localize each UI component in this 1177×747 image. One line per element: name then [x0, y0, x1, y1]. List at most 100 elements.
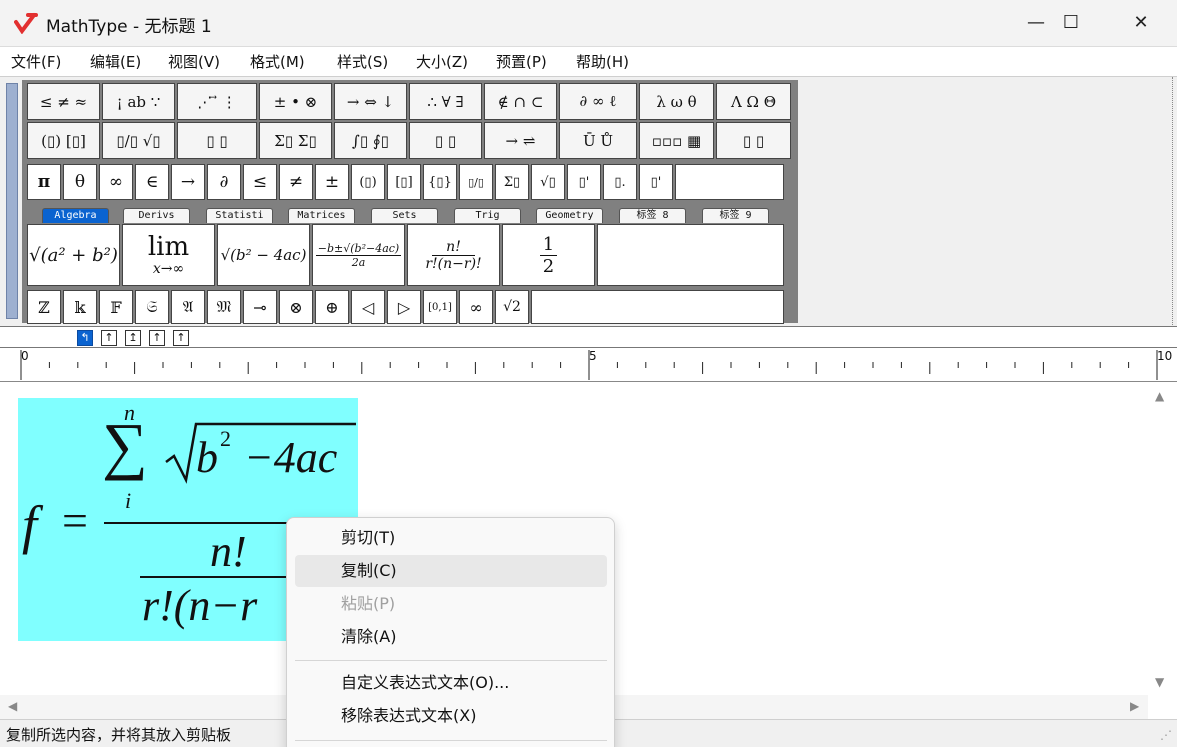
- template-one-half[interactable]: 1 2: [502, 224, 595, 286]
- symbol-circled-times[interactable]: ⊗: [279, 290, 313, 324]
- symbol-fraktur-a[interactable]: 𝔄: [171, 290, 205, 324]
- limit-subscript: x→∞: [152, 261, 185, 277]
- palette-boxes[interactable]: ▯ ▯: [716, 122, 791, 159]
- toolbar-edge: [1172, 77, 1177, 327]
- palette-greek-upper[interactable]: Λ Ω Θ: [716, 83, 791, 120]
- context-separator-2: [295, 740, 607, 741]
- palette-matrices[interactable]: ▫▫▫ ▦: [639, 122, 714, 159]
- nudge-button-4[interactable]: ↑: [149, 330, 165, 346]
- symbol-pi[interactable]: π: [27, 164, 61, 200]
- symbol-brackets[interactable]: [▯]: [387, 164, 421, 200]
- palette-fences[interactable]: (▯) [▯]: [27, 122, 100, 159]
- tab-sets[interactable]: Sets: [371, 208, 438, 223]
- maximize-button[interactable]: ☐: [1036, 0, 1106, 47]
- symbol-not-equal[interactable]: ≠: [279, 164, 313, 200]
- palette-scripts[interactable]: ▯ ▯: [177, 122, 257, 159]
- bottom-empty-slot[interactable]: [531, 290, 784, 324]
- symbol-fraction[interactable]: ▯/▯: [459, 164, 493, 200]
- scroll-right-arrow-icon[interactable]: ▶: [1130, 699, 1139, 713]
- symbol-radical[interactable]: √▯: [531, 164, 565, 200]
- palette-arrows[interactable]: → ⇔ ↓: [334, 83, 407, 120]
- vertical-scrollbar[interactable]: ▲ ▼: [1148, 383, 1177, 695]
- menu-style[interactable]: 样式(S): [337, 51, 388, 72]
- symbol-double-z[interactable]: ℤ: [27, 290, 61, 324]
- nudge-button-5[interactable]: ↑: [173, 330, 189, 346]
- palette-sets[interactable]: ∉ ∩ ⊂: [484, 83, 557, 120]
- scroll-down-arrow-icon[interactable]: ▼: [1155, 675, 1164, 689]
- tab-matrices[interactable]: Matrices: [288, 208, 355, 223]
- nudge-button-3[interactable]: ↥: [125, 330, 141, 346]
- symbol-less-equal[interactable]: ≤: [243, 164, 277, 200]
- symbol-infinity-bottom[interactable]: ∞: [459, 290, 493, 324]
- symbol-double-f[interactable]: 𝔽: [99, 290, 133, 324]
- scroll-up-arrow-icon[interactable]: ▲: [1155, 389, 1164, 403]
- palette-summations[interactable]: Σ▯ Σ▯: [259, 122, 332, 159]
- symbol-double-k[interactable]: 𝕜: [63, 290, 97, 324]
- symbol-bar-empty-slot[interactable]: [675, 164, 784, 200]
- palette-bars[interactable]: ▯ ▯: [409, 122, 482, 159]
- symbol-right-arrow[interactable]: →: [171, 164, 205, 200]
- palette-labeled-arrows[interactable]: → ⇌: [484, 122, 557, 159]
- resize-grip-icon[interactable]: ⋰: [1160, 728, 1172, 742]
- symbol-fraktur-s[interactable]: 𝔖: [135, 290, 169, 324]
- palette-embellishments[interactable]: ⋰ ⃗ ⋮: [177, 83, 257, 120]
- menu-preferences[interactable]: 预置(P): [496, 51, 547, 72]
- symbol-interval[interactable]: [0,1]: [423, 290, 457, 324]
- menu-file[interactable]: 文件(F): [11, 51, 61, 72]
- tab-derivs[interactable]: Derivs: [123, 208, 190, 223]
- palette-logic[interactable]: ∴ ∀ ∃: [409, 83, 482, 120]
- symbol-right-triangle[interactable]: ▷: [387, 290, 421, 324]
- symbol-subscript[interactable]: ▯.: [603, 164, 637, 200]
- menu-size[interactable]: 大小(Z): [416, 51, 468, 72]
- close-button[interactable]: ✕: [1106, 0, 1176, 47]
- symbol-circled-plus[interactable]: ⊕: [315, 290, 349, 324]
- menu-help[interactable]: 帮助(H): [576, 51, 629, 72]
- palette-fractions-radicals[interactable]: ▯/▯ √▯: [102, 122, 175, 159]
- nudge-button-2[interactable]: ↑: [101, 330, 117, 346]
- symbol-sub-superscript[interactable]: ▯': [639, 164, 673, 200]
- template-discriminant[interactable]: √(b² − 4ac): [217, 224, 310, 286]
- context-custom-expression-text[interactable]: 自定义表达式文本(O)...: [295, 667, 607, 699]
- symbol-plus-minus[interactable]: ±: [315, 164, 349, 200]
- palette-relations[interactable]: ≤ ≠ ≈: [27, 83, 100, 120]
- symbol-fraktur-m[interactable]: 𝔐: [207, 290, 241, 324]
- tab-statistics[interactable]: Statisti: [206, 208, 273, 223]
- context-copy[interactable]: 复制(C): [295, 555, 607, 587]
- template-empty-slot[interactable]: [597, 224, 784, 286]
- symbol-summation[interactable]: Σ▯: [495, 164, 529, 200]
- context-cut[interactable]: 剪切(T): [295, 522, 607, 554]
- menu-edit[interactable]: 编辑(E): [90, 51, 141, 72]
- toolbar-grip[interactable]: [6, 83, 18, 319]
- tab-trig[interactable]: Trig: [454, 208, 521, 223]
- palette-misc-symbols[interactable]: ∂ ∞ ℓ: [559, 83, 637, 120]
- symbol-theta[interactable]: θ: [63, 164, 97, 200]
- palette-greek-lower[interactable]: λ ω θ: [639, 83, 714, 120]
- menu-view[interactable]: 视图(V): [168, 51, 220, 72]
- tab-label-8[interactable]: 标签 8: [619, 208, 686, 223]
- template-quadratic-formula[interactable]: −b±√(b²−4ac) 2a: [312, 224, 405, 286]
- palette-integrals[interactable]: ∫▯ ∮▯: [334, 122, 407, 159]
- context-remove-expression-text[interactable]: 移除表达式文本(X): [295, 700, 607, 732]
- menu-format[interactable]: 格式(M): [250, 51, 305, 72]
- template-sqrt-sum-squares[interactable]: √(a² + b²): [27, 224, 120, 286]
- tab-geometry[interactable]: Geometry: [536, 208, 603, 223]
- scroll-left-arrow-icon[interactable]: ◀: [8, 699, 17, 713]
- symbol-partial[interactable]: ∂: [207, 164, 241, 200]
- tab-algebra[interactable]: Algebra: [42, 208, 109, 223]
- nudge-button-1[interactable]: ↰: [77, 330, 93, 346]
- symbol-multimap[interactable]: ⊸: [243, 290, 277, 324]
- context-clear[interactable]: 清除(A): [295, 621, 607, 653]
- tab-label-9[interactable]: 标签 9: [702, 208, 769, 223]
- template-limit[interactable]: lim x→∞: [122, 224, 215, 286]
- palette-operators[interactable]: ± • ⊗: [259, 83, 332, 120]
- symbol-parens[interactable]: (▯): [351, 164, 385, 200]
- symbol-infinity[interactable]: ∞: [99, 164, 133, 200]
- template-permutation[interactable]: n! r!(n−r)!: [407, 224, 500, 286]
- symbol-sqrt-two[interactable]: √2: [495, 290, 529, 324]
- palette-products[interactable]: Ū Ů: [559, 122, 637, 159]
- symbol-superscript[interactable]: ▯': [567, 164, 601, 200]
- symbol-braces[interactable]: {▯}: [423, 164, 457, 200]
- symbol-element-of[interactable]: ∈: [135, 164, 169, 200]
- symbol-left-triangle[interactable]: ◁: [351, 290, 385, 324]
- palette-spaces[interactable]: ¡ ab ∵: [102, 83, 175, 120]
